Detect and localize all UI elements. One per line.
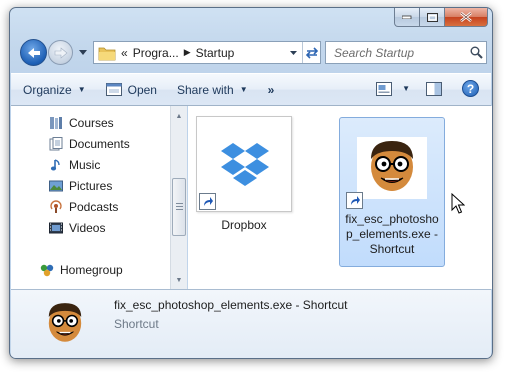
address-bar[interactable]: « Progra... ▶ Startup <box>93 41 321 64</box>
toolbar-right: ▼ ? <box>376 80 479 97</box>
arrow-right-icon <box>54 46 67 59</box>
file-thumbnail <box>357 137 427 199</box>
search-button[interactable] <box>466 46 486 59</box>
maximize-icon <box>426 12 438 22</box>
forward-button[interactable] <box>48 40 73 65</box>
file-name: Dropbox <box>221 218 267 232</box>
more-commands-icon: » <box>267 82 275 97</box>
help-icon: ? <box>466 81 475 96</box>
nav-item-pictures[interactable]: Pictures <box>48 178 112 194</box>
chevron-down-icon <box>289 50 297 55</box>
maximize-button[interactable] <box>420 8 445 27</box>
command-bar: Organize ▼ Open Share with ▼ » ▼ ? <box>11 73 491 106</box>
preview-pane-button[interactable] <box>426 81 442 97</box>
pictures-icon <box>48 178 64 194</box>
cartoon-face-icon <box>48 303 82 342</box>
caption-buttons <box>394 8 488 28</box>
homegroup-icon <box>39 262 55 278</box>
folder-icon <box>98 47 116 60</box>
shortcut-arrow-icon <box>346 192 363 209</box>
nav-item-label: Courses <box>69 116 114 130</box>
nav-item-label: Documents <box>69 137 130 151</box>
nav-item-label: Videos <box>69 221 106 235</box>
documents-icon <box>48 136 64 152</box>
nav-pane-scrollbar[interactable]: ▲ ▼ <box>170 106 187 289</box>
nav-item-label: Music <box>69 158 101 172</box>
navigation-bar: « Progra... ▶ Startup Search Startup <box>17 38 487 66</box>
podcasts-icon <box>48 199 64 215</box>
help-button[interactable]: ? <box>462 80 479 97</box>
close-icon <box>460 12 472 22</box>
library-icon <box>48 115 64 131</box>
change-view-button[interactable] <box>376 81 393 96</box>
chevron-down-icon <box>79 49 87 55</box>
nav-item-documents[interactable]: Documents <box>48 136 130 152</box>
file-name: fix_esc_photosho p_elements.exe - Shortc… <box>345 212 439 256</box>
refresh-icon <box>305 46 318 59</box>
share-with-label: Share with <box>176 82 234 97</box>
breadcrumb-program-files[interactable]: Progra... <box>133 46 179 60</box>
back-button[interactable] <box>20 39 47 66</box>
search-box[interactable]: Search Startup <box>325 41 487 64</box>
cartoon-face-icon <box>357 137 427 199</box>
chevron-down-icon: ▼ <box>239 85 248 94</box>
recent-pages-button[interactable] <box>77 46 89 58</box>
explorer-window: « Progra... ▶ Startup Search Startup Org… <box>9 7 493 359</box>
open-label: Open <box>127 82 157 97</box>
scroll-thumb[interactable] <box>172 178 186 236</box>
arrow-left-icon <box>27 47 40 58</box>
videos-icon <box>48 220 64 236</box>
nav-item-courses[interactable]: Courses <box>48 115 114 131</box>
nav-item-videos[interactable]: Videos <box>48 220 105 236</box>
minimize-button[interactable] <box>394 8 420 27</box>
search-input[interactable]: Search Startup <box>334 46 466 60</box>
open-button[interactable]: Open <box>105 82 157 97</box>
music-icon <box>48 157 64 173</box>
shortcut-arrow-icon <box>199 193 216 210</box>
details-file-name: fix_esc_photoshop_elements.exe - Shortcu… <box>114 298 348 312</box>
search-icon <box>470 46 483 59</box>
scroll-down-arrow-icon[interactable]: ▼ <box>171 272 187 288</box>
minimize-icon <box>402 15 412 19</box>
nav-item-label: Podcasts <box>69 200 119 214</box>
chevron-down-icon: ▼ <box>77 85 86 94</box>
details-file-type: Shortcut <box>114 317 159 331</box>
address-overflow[interactable]: « <box>121 46 128 60</box>
nav-item-podcasts[interactable]: Podcasts <box>48 199 118 215</box>
scroll-up-arrow-icon[interactable]: ▲ <box>171 108 187 124</box>
share-with-button[interactable]: Share with ▼ <box>177 83 248 97</box>
details-pane: fix_esc_photoshop_elements.exe - Shortcu… <box>11 289 491 358</box>
nav-item-music[interactable]: Music <box>48 157 100 173</box>
nav-item-label: Homegroup <box>60 263 123 277</box>
nav-item-label: Pictures <box>69 179 113 193</box>
organize-label: Organize <box>23 82 72 97</box>
organize-button[interactable]: Organize ▼ <box>23 83 86 97</box>
nav-item-homegroup[interactable]: Homegroup <box>39 262 123 278</box>
close-button[interactable] <box>445 8 488 27</box>
address-dropdown-button[interactable] <box>284 42 302 63</box>
view-options-dropdown[interactable]: ▼ <box>402 84 410 93</box>
more-commands-button[interactable]: » <box>268 83 275 97</box>
breadcrumb-separator-icon[interactable]: ▶ <box>184 47 191 58</box>
refresh-button[interactable] <box>302 42 320 63</box>
breadcrumb-startup[interactable]: Startup <box>196 46 235 60</box>
mouse-cursor-icon <box>451 193 465 214</box>
file-thumbnail <box>196 116 292 212</box>
navigation-pane: Courses Documents Music Pictures Podcast… <box>11 106 170 289</box>
window-icon <box>105 83 122 96</box>
